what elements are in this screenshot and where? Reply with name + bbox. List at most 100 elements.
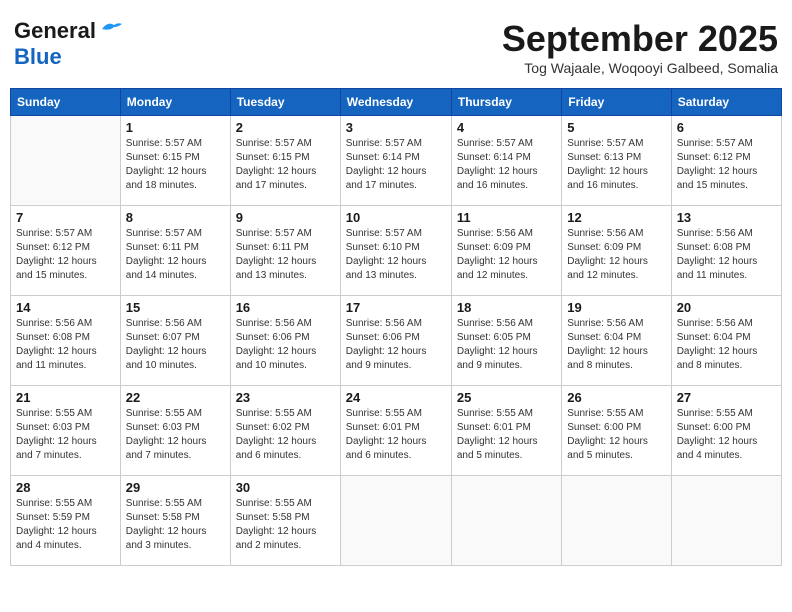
day-number: 4 xyxy=(457,120,556,135)
day-info: Sunrise: 5:56 AM Sunset: 6:04 PM Dayligh… xyxy=(677,317,776,373)
header-thursday: Thursday xyxy=(451,89,561,116)
calendar-cell xyxy=(562,476,671,566)
day-info: Sunrise: 5:55 AM Sunset: 6:00 PM Dayligh… xyxy=(567,407,665,463)
day-info: Sunrise: 5:55 AM Sunset: 6:01 PM Dayligh… xyxy=(346,407,446,463)
calendar-cell: 10 Sunrise: 5:57 AM Sunset: 6:10 PM Dayli… xyxy=(340,206,451,296)
calendar-cell: 11 Sunrise: 5:56 AM Sunset: 6:09 PM Dayli… xyxy=(451,206,561,296)
calendar-cell: 21Sunrise: 5:55 AM Sunset: 6:03 PM Dayli… xyxy=(11,386,121,476)
day-info: Sunrise: 5:56 AM Sunset: 6:08 PM Dayligh… xyxy=(16,317,115,373)
day-info: Sunrise: 5:55 AM Sunset: 5:59 PM Dayligh… xyxy=(16,497,115,553)
day-info: Sunrise: 5:56 AM Sunset: 6:06 PM Dayligh… xyxy=(346,317,446,373)
calendar-cell: 22 Sunrise: 5:55 AM Sunset: 6:03 PM Dayli… xyxy=(120,386,230,476)
day-number: 3 xyxy=(346,120,446,135)
day-info: Sunrise: 5:57 AM Sunset: 6:11 PM Dayligh… xyxy=(236,227,335,283)
day-number: 11 xyxy=(457,210,556,225)
calendar-table: SundayMondayTuesdayWednesdayThursdayFrid… xyxy=(10,88,782,566)
week-row-5: 28 Sunrise: 5:55 AM Sunset: 5:59 PM Dayli… xyxy=(11,476,782,566)
day-number: 6 xyxy=(677,120,776,135)
title-area: September 2025 Tog Wajaale, Woqooyi Galb… xyxy=(502,18,778,76)
calendar-header-row: SundayMondayTuesdayWednesdayThursdayFrid… xyxy=(11,89,782,116)
month-title: September 2025 xyxy=(502,18,778,60)
calendar-cell: 16 Sunrise: 5:56 AM Sunset: 6:06 PM Dayli… xyxy=(230,296,340,386)
calendar-cell: 23 Sunrise: 5:55 AM Sunset: 6:02 PM Dayli… xyxy=(230,386,340,476)
day-info: Sunrise: 5:57 AM Sunset: 6:15 PM Dayligh… xyxy=(236,137,335,193)
week-row-2: 7 Sunrise: 5:57 AM Sunset: 6:12 PM Daylig… xyxy=(11,206,782,296)
header-monday: Monday xyxy=(120,89,230,116)
calendar-cell: 9 Sunrise: 5:57 AM Sunset: 6:11 PM Daylig… xyxy=(230,206,340,296)
day-info: Sunrise: 5:56 AM Sunset: 6:06 PM Dayligh… xyxy=(236,317,335,373)
day-number: 8 xyxy=(126,210,225,225)
calendar-cell: 6Sunrise: 5:57 AM Sunset: 6:12 PM Daylig… xyxy=(671,116,781,206)
day-number: 18 xyxy=(457,300,556,315)
day-info: Sunrise: 5:56 AM Sunset: 6:09 PM Dayligh… xyxy=(567,227,665,283)
day-number: 29 xyxy=(126,480,225,495)
day-info: Sunrise: 5:57 AM Sunset: 6:14 PM Dayligh… xyxy=(457,137,556,193)
day-info: Sunrise: 5:55 AM Sunset: 6:01 PM Dayligh… xyxy=(457,407,556,463)
day-number: 17 xyxy=(346,300,446,315)
day-info: Sunrise: 5:57 AM Sunset: 6:10 PM Dayligh… xyxy=(346,227,446,283)
day-info: Sunrise: 5:57 AM Sunset: 6:11 PM Dayligh… xyxy=(126,227,225,283)
day-info: Sunrise: 5:56 AM Sunset: 6:05 PM Dayligh… xyxy=(457,317,556,373)
day-info: Sunrise: 5:55 AM Sunset: 6:03 PM Dayligh… xyxy=(16,407,115,463)
day-info: Sunrise: 5:56 AM Sunset: 6:07 PM Dayligh… xyxy=(126,317,225,373)
calendar-cell: 17 Sunrise: 5:56 AM Sunset: 6:06 PM Dayli… xyxy=(340,296,451,386)
day-number: 10 xyxy=(346,210,446,225)
calendar-cell: 5 Sunrise: 5:57 AM Sunset: 6:13 PM Daylig… xyxy=(562,116,671,206)
calendar-cell: 30Sunrise: 5:55 AM Sunset: 5:58 PM Dayli… xyxy=(230,476,340,566)
day-number: 7 xyxy=(16,210,115,225)
day-number: 26 xyxy=(567,390,665,405)
header-tuesday: Tuesday xyxy=(230,89,340,116)
day-info: Sunrise: 5:56 AM Sunset: 6:09 PM Dayligh… xyxy=(457,227,556,283)
calendar-cell: 3 Sunrise: 5:57 AM Sunset: 6:14 PM Daylig… xyxy=(340,116,451,206)
calendar-cell xyxy=(671,476,781,566)
header-wednesday: Wednesday xyxy=(340,89,451,116)
header-sunday: Sunday xyxy=(11,89,121,116)
day-number: 19 xyxy=(567,300,665,315)
day-number: 27 xyxy=(677,390,776,405)
day-number: 16 xyxy=(236,300,335,315)
header-saturday: Saturday xyxy=(671,89,781,116)
day-info: Sunrise: 5:57 AM Sunset: 6:13 PM Dayligh… xyxy=(567,137,665,193)
calendar-cell: 24Sunrise: 5:55 AM Sunset: 6:01 PM Dayli… xyxy=(340,386,451,476)
day-number: 25 xyxy=(457,390,556,405)
logo-bird-icon xyxy=(100,21,122,37)
logo-blue-text: Blue xyxy=(14,44,62,69)
week-row-3: 14 Sunrise: 5:56 AM Sunset: 6:08 PM Dayli… xyxy=(11,296,782,386)
day-number: 13 xyxy=(677,210,776,225)
week-row-1: 1Sunrise: 5:57 AM Sunset: 6:15 PM Daylig… xyxy=(11,116,782,206)
day-info: Sunrise: 5:56 AM Sunset: 6:08 PM Dayligh… xyxy=(677,227,776,283)
calendar-cell xyxy=(340,476,451,566)
day-info: Sunrise: 5:55 AM Sunset: 6:03 PM Dayligh… xyxy=(126,407,225,463)
calendar-cell: 20 Sunrise: 5:56 AM Sunset: 6:04 PM Dayli… xyxy=(671,296,781,386)
day-info: Sunrise: 5:57 AM Sunset: 6:12 PM Dayligh… xyxy=(16,227,115,283)
calendar-cell: 26 Sunrise: 5:55 AM Sunset: 6:00 PM Dayli… xyxy=(562,386,671,476)
calendar-cell xyxy=(11,116,121,206)
day-number: 28 xyxy=(16,480,115,495)
day-number: 12 xyxy=(567,210,665,225)
day-info: Sunrise: 5:55 AM Sunset: 6:02 PM Dayligh… xyxy=(236,407,335,463)
calendar-cell: 1Sunrise: 5:57 AM Sunset: 6:15 PM Daylig… xyxy=(120,116,230,206)
day-info: Sunrise: 5:55 AM Sunset: 5:58 PM Dayligh… xyxy=(126,497,225,553)
day-number: 14 xyxy=(16,300,115,315)
day-number: 22 xyxy=(126,390,225,405)
day-number: 9 xyxy=(236,210,335,225)
day-number: 5 xyxy=(567,120,665,135)
day-info: Sunrise: 5:57 AM Sunset: 6:14 PM Dayligh… xyxy=(346,137,446,193)
calendar-cell: 2Sunrise: 5:57 AM Sunset: 6:15 PM Daylig… xyxy=(230,116,340,206)
day-info: Sunrise: 5:55 AM Sunset: 6:00 PM Dayligh… xyxy=(677,407,776,463)
day-number: 23 xyxy=(236,390,335,405)
calendar-cell: 27 Sunrise: 5:55 AM Sunset: 6:00 PM Dayli… xyxy=(671,386,781,476)
day-number: 15 xyxy=(126,300,225,315)
location: Tog Wajaale, Woqooyi Galbeed, Somalia xyxy=(502,60,778,76)
calendar-cell: 18 Sunrise: 5:56 AM Sunset: 6:05 PM Dayli… xyxy=(451,296,561,386)
day-number: 30 xyxy=(236,480,335,495)
calendar-cell: 29 Sunrise: 5:55 AM Sunset: 5:58 PM Dayli… xyxy=(120,476,230,566)
calendar-cell xyxy=(451,476,561,566)
header-friday: Friday xyxy=(562,89,671,116)
logo-text: General xyxy=(14,18,96,44)
day-info: Sunrise: 5:56 AM Sunset: 6:04 PM Dayligh… xyxy=(567,317,665,373)
logo: General Blue xyxy=(14,18,122,70)
calendar-cell: 25 Sunrise: 5:55 AM Sunset: 6:01 PM Dayli… xyxy=(451,386,561,476)
day-number: 20 xyxy=(677,300,776,315)
page-header: General Blue September 2025 Tog Wajaale,… xyxy=(10,10,782,84)
